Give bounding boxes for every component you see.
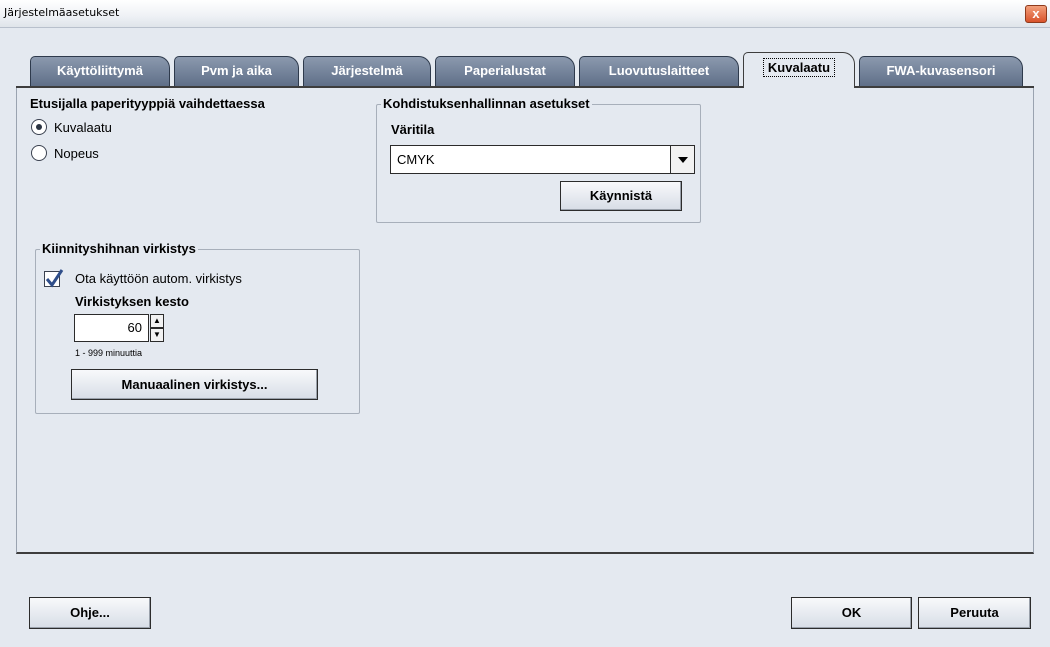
checkmark-icon (45, 269, 64, 288)
close-button[interactable]: x (1025, 5, 1047, 23)
arrow-down-icon[interactable]: ▼ (150, 328, 164, 342)
start-button[interactable]: Käynnistä (560, 181, 682, 211)
manual-refresh-button[interactable]: Manuaalinen virkistys... (71, 369, 318, 400)
help-button[interactable]: Ohje... (29, 597, 151, 629)
close-icon: x (1032, 6, 1040, 21)
window-title: Järjestelmäasetukset (4, 6, 120, 19)
refresh-duration-stepper[interactable]: ▲ ▼ (150, 314, 164, 342)
cancel-button[interactable]: Peruuta (918, 597, 1031, 629)
tab-pvm-ja-aika[interactable]: Pvm ja aika (174, 56, 299, 86)
tab-paperialustat[interactable]: Paperialustat (435, 56, 575, 86)
chevron-down-icon[interactable] (670, 146, 694, 173)
radio-kuvalaatu-label: Kuvalaatu (54, 120, 112, 135)
tab-kayttoliittyma[interactable]: Käyttöliittymä (30, 56, 170, 86)
radio-nopeus-label: Nopeus (54, 146, 99, 161)
tab-kuvalaatu[interactable]: Kuvalaatu (743, 52, 855, 88)
color-management-legend: Kohdistuksenhallinnan asetukset (381, 96, 592, 111)
refresh-duration-input[interactable]: 60 (74, 314, 149, 342)
auto-refresh-label: Ota käyttöön autom. virkistys (75, 271, 242, 286)
title-bar: Järjestelmäasetukset x (0, 0, 1050, 28)
ok-button[interactable]: OK (791, 597, 912, 629)
arrow-up-icon[interactable]: ▲ (150, 314, 164, 328)
tab-fwa-kuvasensori[interactable]: FWA-kuvasensori (859, 56, 1023, 86)
paper-switch-heading: Etusijalla paperityyppiä vaihdettaessa (30, 96, 265, 111)
radio-nopeus[interactable] (31, 145, 47, 161)
tab-luovutuslaitteet[interactable]: Luovutuslaitteet (579, 56, 739, 86)
auto-refresh-checkbox[interactable] (44, 269, 64, 288)
fuser-refresh-legend: Kiinnityshihnan virkistys (40, 241, 198, 256)
color-mode-label: Väritila (391, 122, 435, 137)
refresh-duration-label: Virkistyksen kesto (75, 294, 189, 309)
refresh-range-hint: 1 - 999 minuuttia (75, 348, 143, 358)
color-mode-select[interactable]: CMYK (390, 145, 695, 174)
tab-jarjestelma[interactable]: Järjestelmä (303, 56, 431, 86)
color-mode-value: CMYK (397, 152, 435, 167)
radio-kuvalaatu[interactable] (31, 119, 47, 135)
